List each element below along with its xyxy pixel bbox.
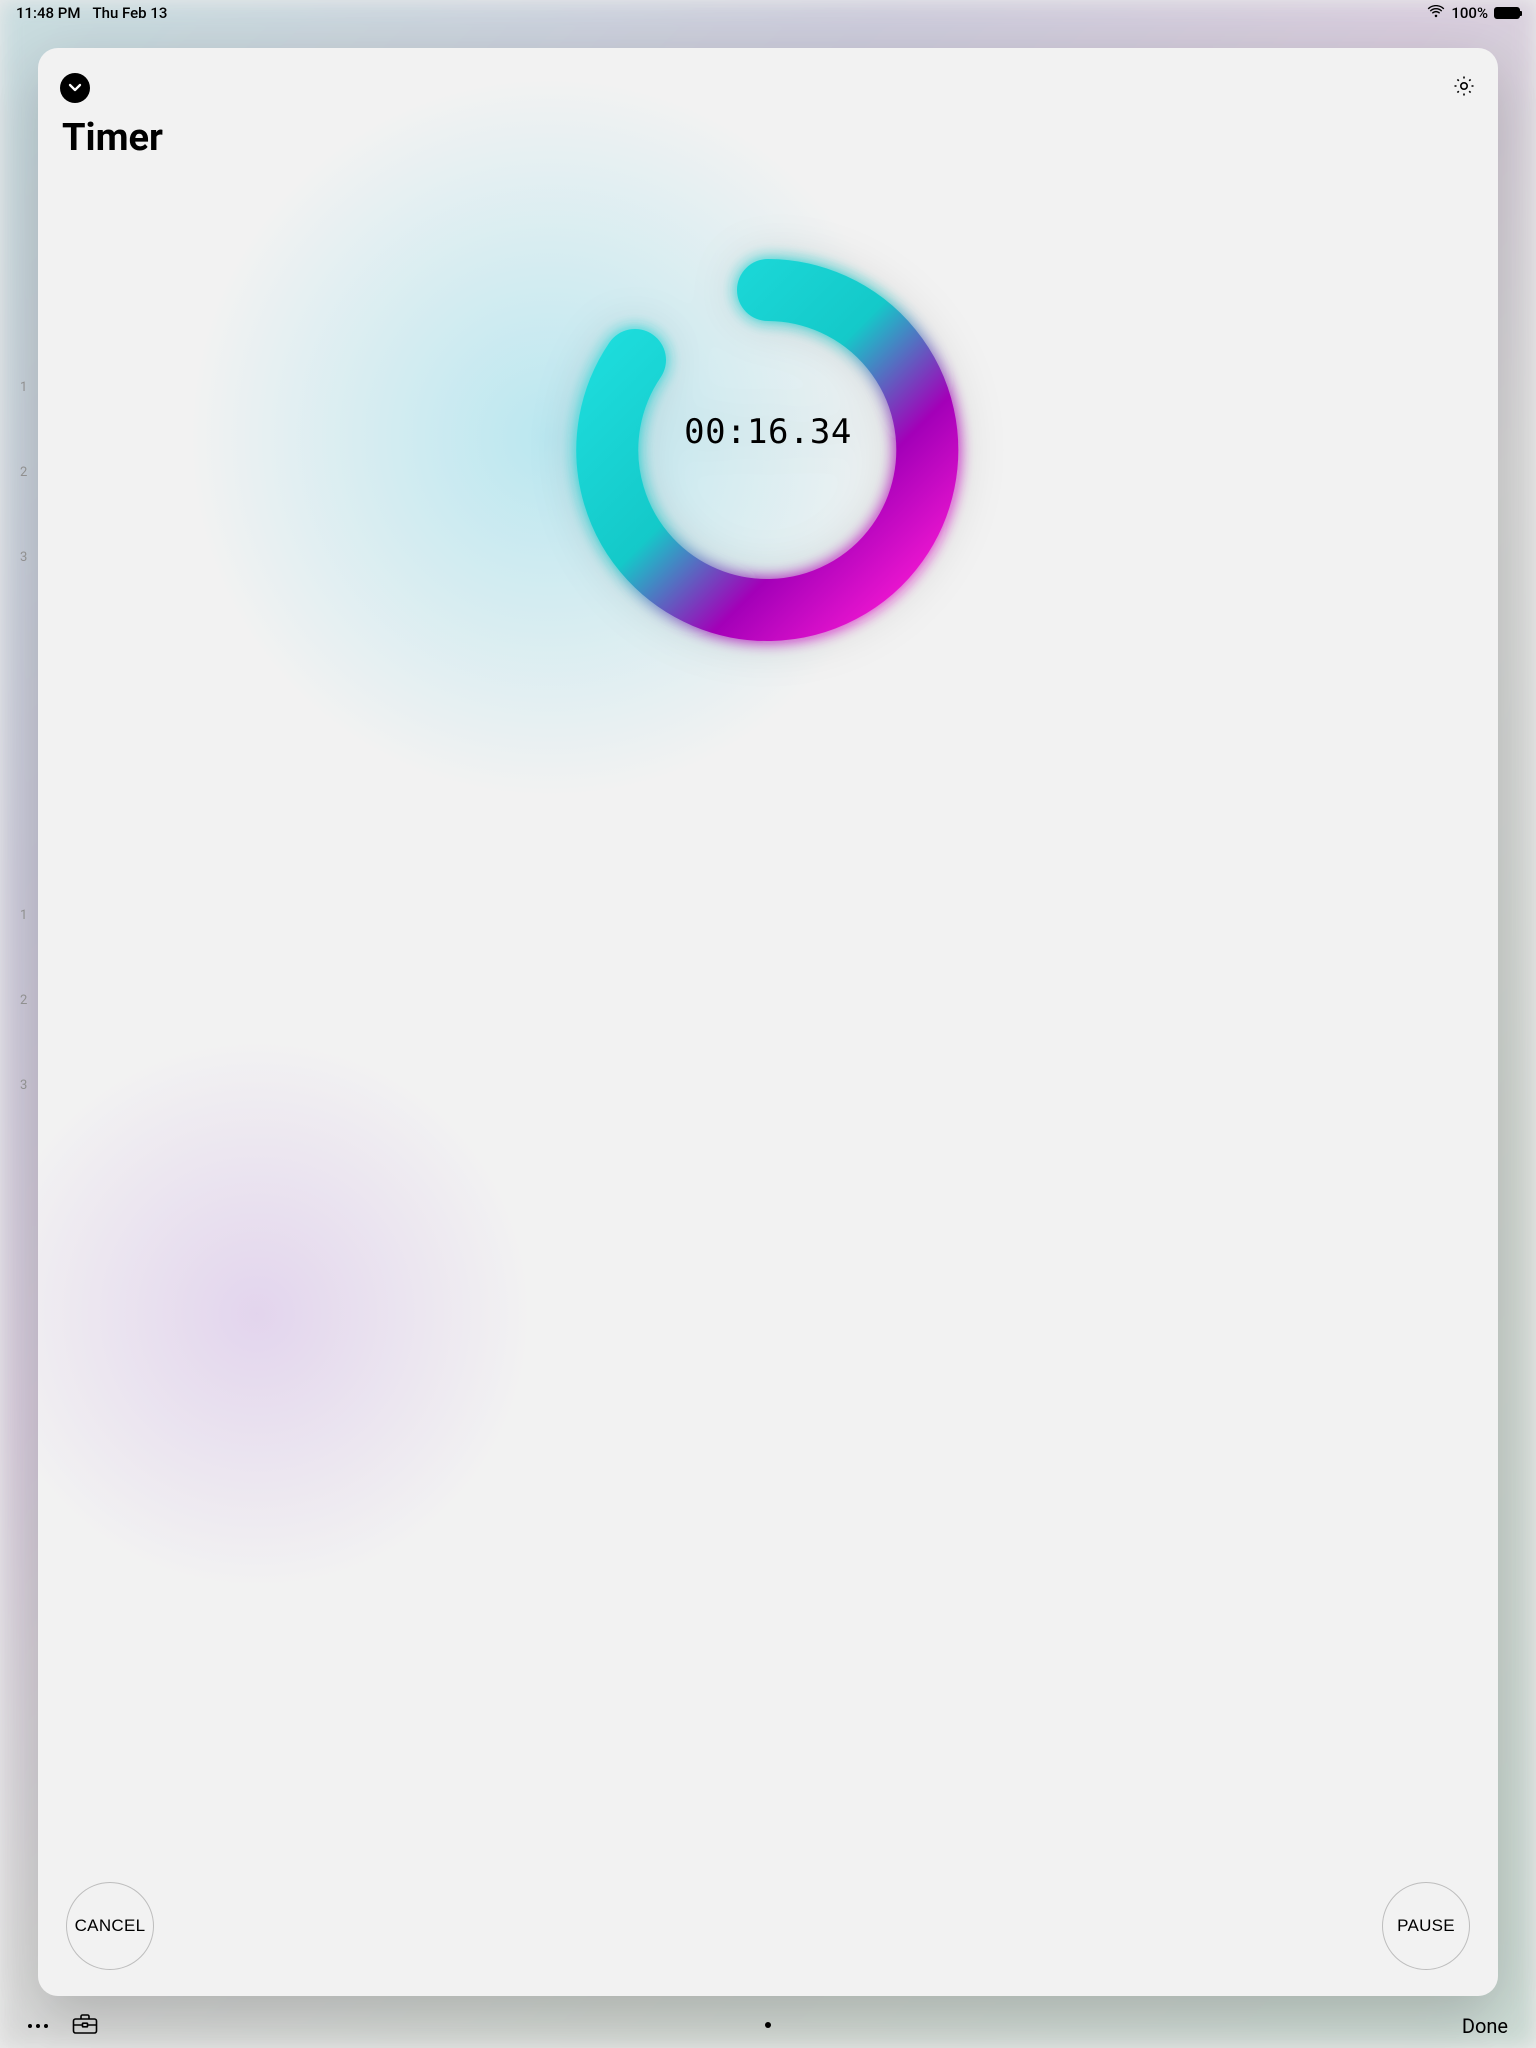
chevron-down-icon [68, 79, 82, 98]
page-title: Timer [38, 108, 1498, 160]
cancel-button[interactable]: CANCEL [66, 1882, 154, 1970]
time-readout: 00:16.34 [558, 412, 978, 452]
background-row-numbers-bottom: 123 [20, 908, 27, 1093]
timer-modal: Timer 00 [38, 48, 1498, 1996]
more-button[interactable] [28, 2024, 48, 2028]
wifi-icon [1427, 4, 1445, 22]
pause-button[interactable]: PAUSE [1382, 1882, 1470, 1970]
timer-display: 00:16.34 [38, 190, 1498, 710]
gear-icon [1452, 83, 1476, 102]
battery-percent: 100% [1451, 4, 1488, 22]
done-button[interactable]: Done [1462, 2014, 1508, 2038]
settings-button[interactable] [1452, 74, 1476, 102]
status-time: 11:48 PM [16, 4, 80, 22]
battery-icon [1494, 7, 1520, 19]
page-indicator [765, 2022, 771, 2028]
collapse-button[interactable] [60, 73, 90, 103]
background-row-numbers-top: 123 [20, 380, 27, 565]
status-date: Thu Feb 13 [92, 4, 167, 22]
toolbox-icon[interactable] [72, 2013, 98, 2040]
status-bar: 11:48 PM Thu Feb 13 100% [0, 0, 1536, 26]
